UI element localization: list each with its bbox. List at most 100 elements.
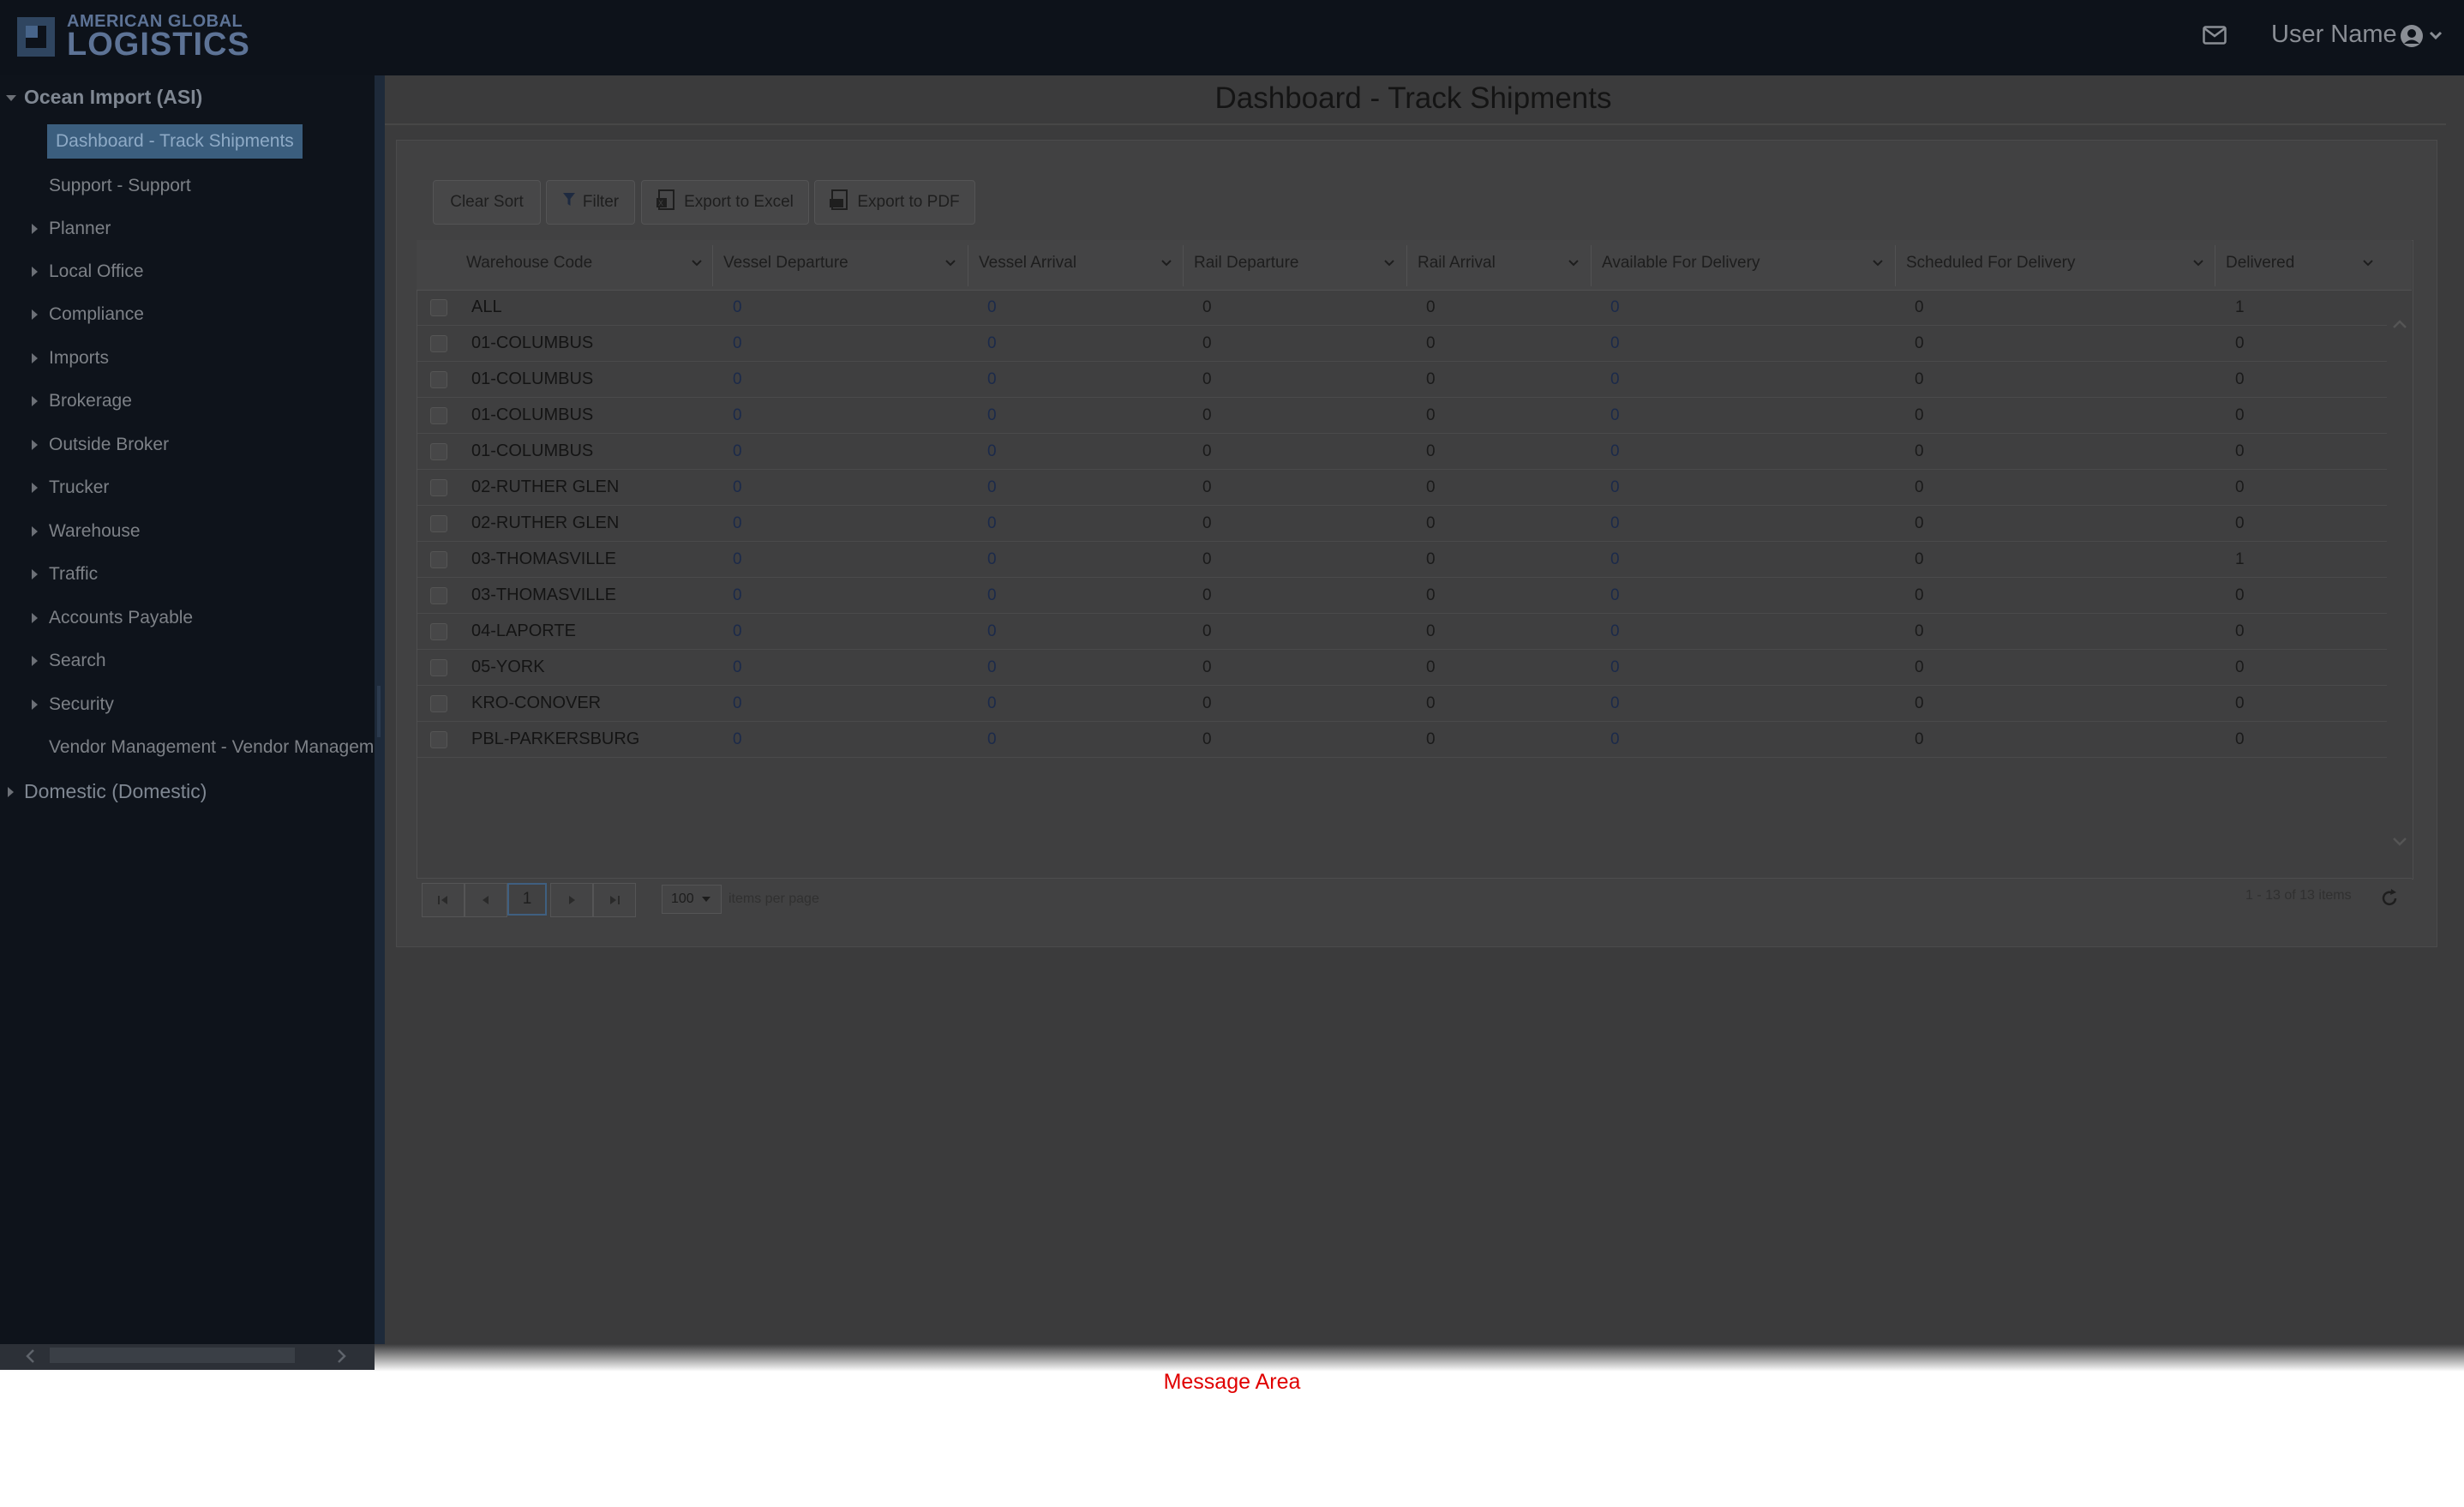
cell-vessel-arrival[interactable]: 0	[987, 406, 997, 425]
caret-right-icon[interactable]	[32, 569, 38, 579]
caret-right-icon[interactable]	[32, 396, 38, 406]
cell-available-for-delivery[interactable]: 0	[1610, 658, 1620, 677]
cell-vessel-arrival[interactable]: 0	[987, 586, 997, 605]
current-page[interactable]: 1	[507, 883, 547, 916]
chevron-down-icon[interactable]	[1160, 257, 1172, 269]
table-row[interactable]: 03-THOMASVILLE 0 0 0 0 0 0 1	[417, 542, 2387, 578]
scroll-left-icon[interactable]	[24, 1348, 38, 1369]
caret-right-icon[interactable]	[32, 267, 38, 277]
cell-available-for-delivery[interactable]: 0	[1610, 442, 1620, 461]
last-page-button[interactable]	[593, 883, 636, 917]
cell-vessel-departure[interactable]: 0	[733, 622, 742, 641]
caret-right-icon[interactable]	[32, 613, 38, 623]
nav-item-accounts-payable[interactable]: Accounts Payable	[49, 608, 193, 628]
nav-item-warehouse[interactable]: Warehouse	[49, 521, 141, 542]
nav-item-planner[interactable]: Planner	[49, 219, 111, 239]
nav-item-dashboard[interactable]: Dashboard - Track Shipments	[47, 124, 303, 159]
row-checkbox[interactable]	[430, 731, 447, 748]
cell-vessel-arrival[interactable]: 0	[987, 622, 997, 641]
scroll-up-icon[interactable]	[2391, 315, 2408, 333]
nav-item-trucker[interactable]: Trucker	[49, 477, 109, 498]
row-checkbox[interactable]	[430, 659, 447, 676]
clear-sort-button[interactable]: Clear Sort	[433, 180, 541, 225]
nav-section-domestic[interactable]: Domestic (Domestic)	[24, 780, 207, 803]
cell-vessel-departure[interactable]: 0	[733, 370, 742, 389]
row-checkbox[interactable]	[430, 587, 447, 604]
chevron-down-icon[interactable]	[691, 257, 703, 269]
cell-vessel-arrival[interactable]: 0	[987, 442, 997, 461]
cell-vessel-departure[interactable]: 0	[733, 586, 742, 605]
caret-down-icon[interactable]	[6, 95, 16, 101]
table-row[interactable]: 01-COLUMBUS 0 0 0 0 0 0 0	[417, 398, 2387, 434]
row-checkbox[interactable]	[430, 443, 447, 460]
cell-vessel-arrival[interactable]: 0	[987, 478, 997, 497]
table-row[interactable]: 01-COLUMBUS 0 0 0 0 0 0 0	[417, 362, 2387, 398]
nav-item-security[interactable]: Security	[49, 694, 114, 715]
cell-vessel-arrival[interactable]: 0	[987, 658, 997, 677]
splitter-grip[interactable]	[377, 686, 381, 737]
row-checkbox[interactable]	[430, 479, 447, 496]
scroll-right-icon[interactable]	[334, 1348, 348, 1369]
row-checkbox[interactable]	[430, 335, 447, 352]
row-checkbox[interactable]	[430, 407, 447, 424]
column-header-available-for-delivery[interactable]: Available For Delivery	[1602, 254, 1760, 273]
nav-item-vendor-management[interactable]: Vendor Management - Vendor Managem	[49, 737, 375, 758]
nav-item-imports[interactable]: Imports	[49, 348, 109, 369]
nav-section-ocean-import[interactable]: Ocean Import (ASI)	[24, 86, 202, 109]
table-row[interactable]: PBL-PARKERSBURG 0 0 0 0 0 0 0	[417, 722, 2387, 758]
caret-right-icon[interactable]	[32, 699, 38, 710]
caret-right-icon[interactable]	[32, 309, 38, 320]
nav-item-local-office[interactable]: Local Office	[49, 261, 144, 282]
column-header-delivered[interactable]: Delivered	[2226, 254, 2294, 273]
chevron-down-icon[interactable]	[2362, 257, 2374, 269]
cell-available-for-delivery[interactable]: 0	[1610, 694, 1620, 713]
table-row[interactable]: 01-COLUMBUS 0 0 0 0 0 0 0	[417, 434, 2387, 470]
export-pdf-button[interactable]: Export to PDF	[814, 180, 975, 225]
caret-right-icon[interactable]	[32, 526, 38, 537]
column-header-vessel-arrival[interactable]: Vessel Arrival	[979, 254, 1076, 273]
nav-item-support[interactable]: Support - Support	[49, 176, 191, 196]
cell-available-for-delivery[interactable]: 0	[1610, 622, 1620, 641]
cell-vessel-arrival[interactable]: 0	[987, 334, 997, 353]
cell-vessel-arrival[interactable]: 0	[987, 730, 997, 749]
row-checkbox[interactable]	[430, 623, 447, 640]
chevron-down-icon[interactable]	[944, 257, 956, 269]
chevron-down-icon[interactable]	[2192, 257, 2204, 269]
column-header-scheduled-for-delivery[interactable]: Scheduled For Delivery	[1906, 254, 2075, 273]
cell-vessel-departure[interactable]: 0	[733, 406, 742, 425]
column-header-warehouse-code[interactable]: Warehouse Code	[466, 254, 592, 273]
cell-vessel-arrival[interactable]: 0	[987, 550, 997, 569]
row-checkbox[interactable]	[430, 515, 447, 532]
cell-vessel-arrival[interactable]: 0	[987, 514, 997, 533]
page-size-select[interactable]: 100	[662, 885, 722, 914]
export-excel-button[interactable]: X Export to Excel	[641, 180, 809, 225]
column-header-rail-arrival[interactable]: Rail Arrival	[1418, 254, 1496, 273]
user-menu-name[interactable]: User Name	[2271, 21, 2397, 49]
cell-vessel-departure[interactable]: 0	[733, 694, 742, 713]
cell-available-for-delivery[interactable]: 0	[1610, 406, 1620, 425]
cell-vessel-departure[interactable]: 0	[733, 298, 742, 317]
scrollbar-thumb[interactable]	[50, 1348, 295, 1363]
nav-item-outside-broker[interactable]: Outside Broker	[49, 435, 169, 455]
table-row[interactable]: KRO-CONOVER 0 0 0 0 0 0 0	[417, 686, 2387, 722]
nav-item-brokerage[interactable]: Brokerage	[49, 391, 132, 411]
cell-available-for-delivery[interactable]: 0	[1610, 514, 1620, 533]
cell-vessel-departure[interactable]: 0	[733, 442, 742, 461]
table-row[interactable]: 04-LAPORTE 0 0 0 0 0 0 0	[417, 614, 2387, 650]
row-checkbox[interactable]	[430, 299, 447, 316]
caret-right-icon[interactable]	[32, 224, 38, 234]
nav-item-search[interactable]: Search	[49, 651, 106, 671]
company-logo[interactable]: AMERICAN GLOBAL LOGISTICS	[15, 12, 250, 62]
table-row[interactable]: ALL 0 0 0 0 0 0 1	[417, 290, 2387, 326]
cell-available-for-delivery[interactable]: 0	[1610, 370, 1620, 389]
cell-available-for-delivery[interactable]: 0	[1610, 550, 1620, 569]
refresh-icon[interactable]	[2379, 888, 2400, 909]
cell-vessel-departure[interactable]: 0	[733, 514, 742, 533]
cell-available-for-delivery[interactable]: 0	[1610, 478, 1620, 497]
chevron-down-icon[interactable]	[1383, 257, 1395, 269]
chevron-down-icon[interactable]	[1568, 257, 1580, 269]
caret-right-icon[interactable]	[32, 353, 38, 363]
table-row[interactable]: 02-RUTHER GLEN 0 0 0 0 0 0 0	[417, 470, 2387, 506]
row-checkbox[interactable]	[430, 551, 447, 568]
cell-available-for-delivery[interactable]: 0	[1610, 586, 1620, 605]
